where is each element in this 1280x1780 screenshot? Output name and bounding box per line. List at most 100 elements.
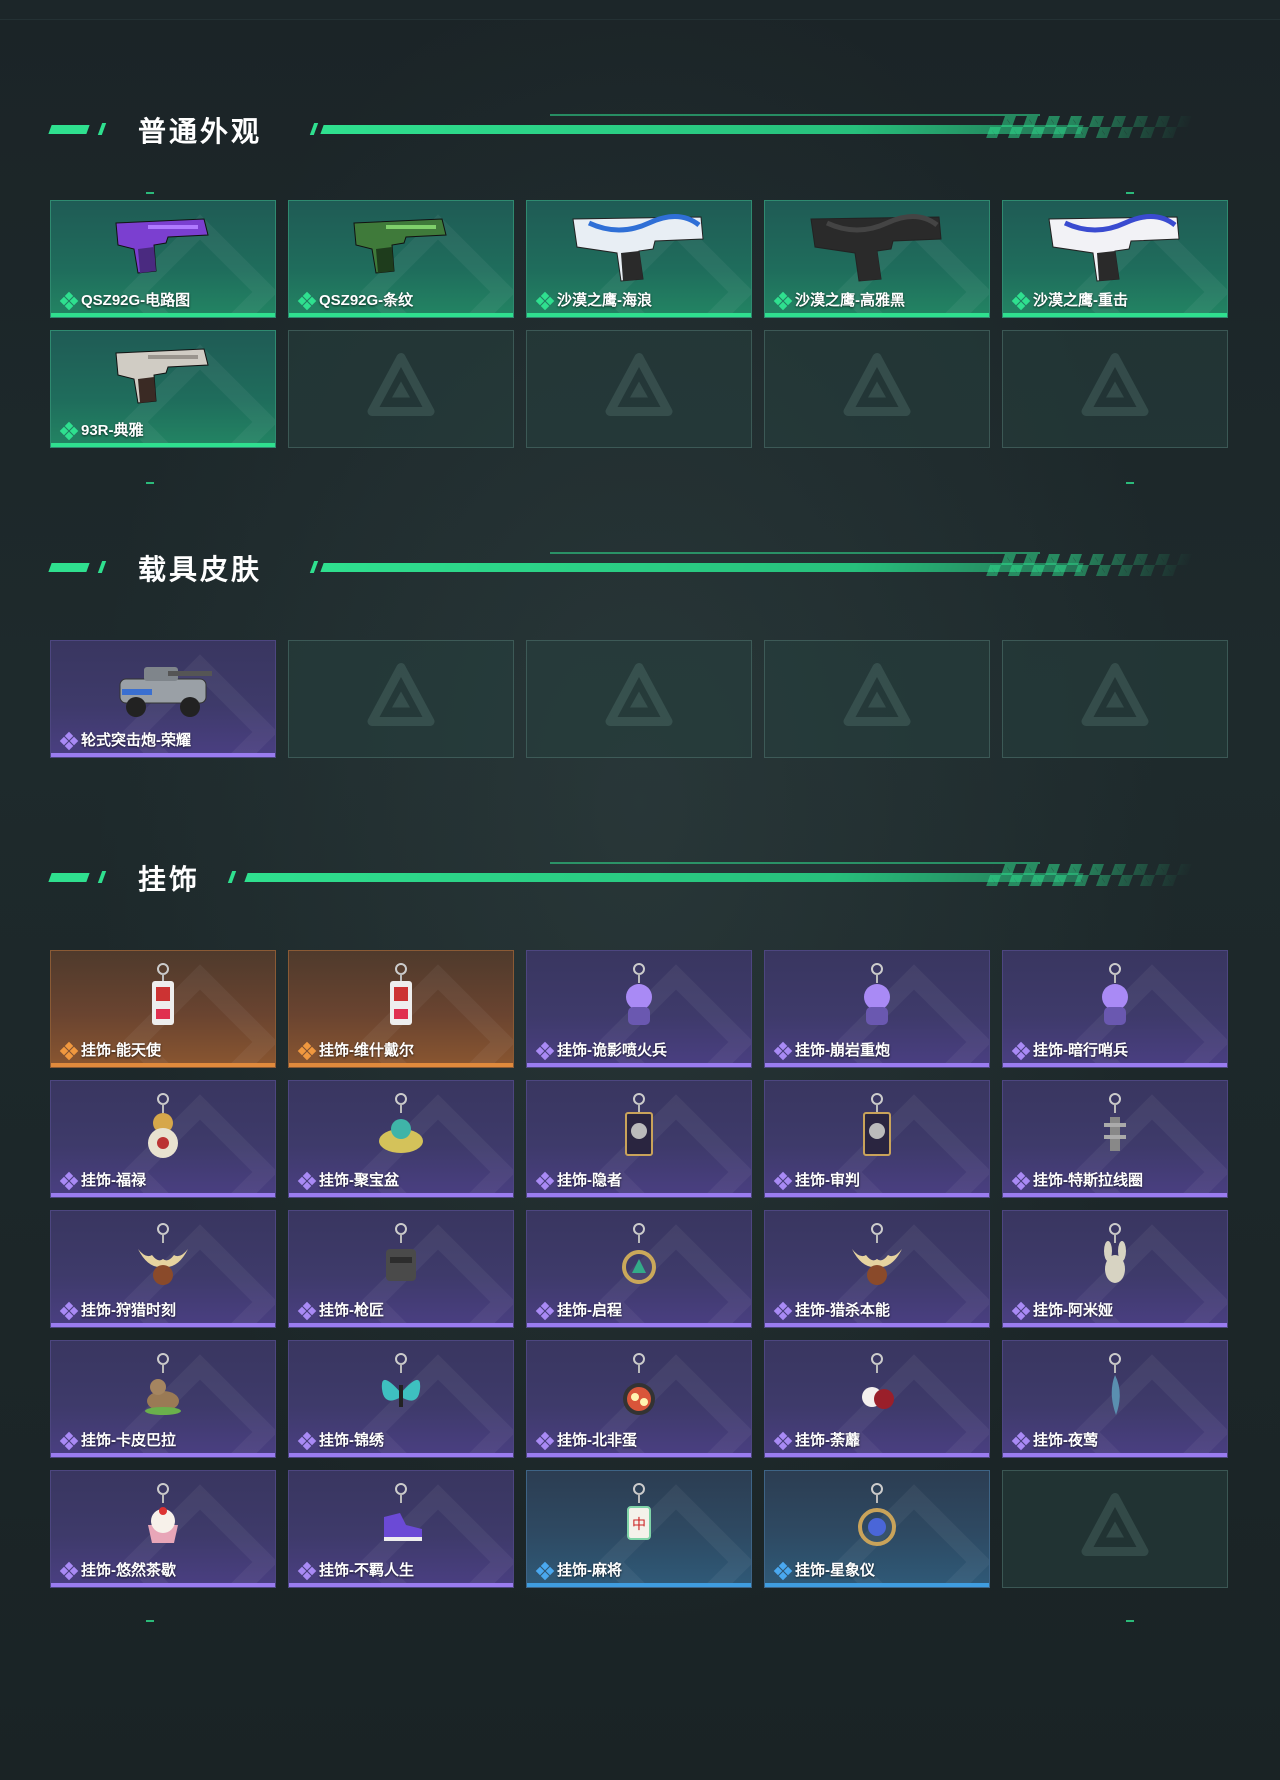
item-tile[interactable]: 沙漠之鹰-重击 xyxy=(1002,200,1228,318)
delta-logo-icon xyxy=(1080,352,1150,427)
rarity-bar xyxy=(765,1583,989,1587)
section-title: 普通外观 xyxy=(138,116,263,147)
rarity-diamond-icon xyxy=(297,291,317,311)
header-slash-icon xyxy=(97,871,107,883)
item-tile[interactable]: 挂饰-猎杀本能 xyxy=(764,1210,990,1328)
item-label: 挂饰-星象仪 xyxy=(795,1562,875,1579)
rarity-bar xyxy=(527,1063,751,1067)
rarity-diamond-icon xyxy=(773,1561,793,1581)
rarity-diamond-icon xyxy=(297,1041,317,1061)
item-tile[interactable]: 挂饰-特斯拉线圈 xyxy=(1002,1080,1228,1198)
item-tile[interactable]: 沙漠之鹰-海浪 xyxy=(526,200,752,318)
item-tile[interactable]: 挂饰-不羁人生 xyxy=(288,1470,514,1588)
header-slash-icon xyxy=(309,123,319,135)
rarity-bar xyxy=(289,313,513,317)
item-tile[interactable]: 挂饰-维什戴尔 xyxy=(288,950,514,1068)
item-label: 挂饰-荼蘼 xyxy=(795,1432,860,1449)
charm-flower-icon xyxy=(842,1349,912,1430)
item-tile[interactable]: 挂饰-星象仪 xyxy=(764,1470,990,1588)
item-tile[interactable]: 挂饰-阿米娅 xyxy=(1002,1210,1228,1328)
empty-slot xyxy=(288,330,514,448)
delta-logo-icon xyxy=(604,352,674,427)
item-label: 挂饰-审判 xyxy=(795,1172,860,1189)
corner-tick xyxy=(1126,482,1134,484)
item-tile[interactable]: 挂饰-聚宝盆 xyxy=(288,1080,514,1198)
item-tile[interactable]: 挂饰-狩猎时刻 xyxy=(50,1210,276,1328)
item-label: 沙漠之鹰-海浪 xyxy=(557,292,652,309)
charm-figure-icon xyxy=(1080,959,1150,1040)
rarity-bar xyxy=(1003,1323,1227,1327)
item-tile[interactable]: 挂饰-北非蛋 xyxy=(526,1340,752,1458)
item-label: 挂饰-锦绣 xyxy=(319,1432,384,1449)
item-label: 挂饰-枪匠 xyxy=(319,1302,384,1319)
item-tile[interactable]: 挂饰-卡皮巴拉 xyxy=(50,1340,276,1458)
item-tile[interactable]: 中 挂饰-麻将 xyxy=(526,1470,752,1588)
rarity-diamond-icon xyxy=(1011,1171,1031,1191)
charm-treasure-icon xyxy=(366,1089,436,1170)
section-title: 载具皮肤 xyxy=(138,554,263,585)
rarity-diamond-icon xyxy=(59,1431,79,1451)
item-tile[interactable]: 挂饰-暗行哨兵 xyxy=(1002,950,1228,1068)
header-checker-pattern xyxy=(985,554,1195,576)
charm-cupcake-icon xyxy=(128,1479,198,1560)
item-label: 挂饰-夜莺 xyxy=(1033,1432,1098,1449)
section-header-vehicle-skins: 载具皮肤 xyxy=(48,548,1230,588)
charm-capybara-icon xyxy=(128,1349,198,1430)
empty-slot xyxy=(1002,640,1228,758)
rarity-bar xyxy=(289,1193,513,1197)
rarity-bar xyxy=(527,1193,751,1197)
item-tile[interactable]: 挂饰-隐者 xyxy=(526,1080,752,1198)
item-tile[interactable]: 挂饰-荼蘼 xyxy=(764,1340,990,1458)
item-tile[interactable]: QSZ92G-条纹 xyxy=(288,200,514,318)
item-tile[interactable]: 挂饰-能天使 xyxy=(50,950,276,1068)
item-label: 沙漠之鹰-重击 xyxy=(1033,292,1128,309)
item-tile[interactable]: 挂饰-审判 xyxy=(764,1080,990,1198)
desert-eagle-black-icon xyxy=(807,209,947,290)
header-dash-icon xyxy=(48,125,90,134)
item-tile[interactable]: 挂饰-福禄 xyxy=(50,1080,276,1198)
rarity-bar xyxy=(1003,1193,1227,1197)
corner-tick xyxy=(146,482,154,484)
rarity-diamond-icon xyxy=(535,1171,555,1191)
delta-logo-icon xyxy=(842,662,912,737)
empty-slot xyxy=(526,640,752,758)
item-tile[interactable]: 挂饰-枪匠 xyxy=(288,1210,514,1328)
header-thin-line xyxy=(550,862,1040,864)
item-tile[interactable]: 挂饰-崩岩重炮 xyxy=(764,950,990,1068)
item-tile[interactable]: 挂饰-诡影喷火兵 xyxy=(526,950,752,1068)
item-tile[interactable]: 挂饰-锦绣 xyxy=(288,1340,514,1458)
delta-logo-icon xyxy=(604,662,674,737)
rarity-bar xyxy=(765,1193,989,1197)
rarity-diamond-icon xyxy=(773,1041,793,1061)
item-label: 挂饰-特斯拉线圈 xyxy=(1033,1172,1143,1189)
item-label: 挂饰-启程 xyxy=(557,1302,622,1319)
rarity-bar xyxy=(289,1323,513,1327)
item-label: 挂饰-麻将 xyxy=(557,1562,622,1579)
item-tile[interactable]: 沙漠之鹰-高雅黑 xyxy=(764,200,990,318)
item-tile[interactable]: 93R-典雅 xyxy=(50,330,276,448)
header-line xyxy=(320,563,1084,572)
corner-tick xyxy=(1126,1620,1134,1622)
rarity-diamond-icon xyxy=(773,1431,793,1451)
rarity-bar xyxy=(1003,1453,1227,1457)
rarity-diamond-icon xyxy=(535,1041,555,1061)
item-tile[interactable]: 挂饰-悠然茶歇 xyxy=(50,1470,276,1588)
item-label: 挂饰-狩猎时刻 xyxy=(81,1302,176,1319)
rarity-bar xyxy=(765,1453,989,1457)
empty-slot xyxy=(764,640,990,758)
rarity-diamond-icon xyxy=(773,1171,793,1191)
item-tile[interactable]: QSZ92G-电路图 xyxy=(50,200,276,318)
rarity-diamond-icon xyxy=(297,1431,317,1451)
item-label: 挂饰-福禄 xyxy=(81,1172,146,1189)
item-tile[interactable]: 挂饰-启程 xyxy=(526,1210,752,1328)
header-thin-line xyxy=(550,552,1040,554)
desert-eagle-wave-icon xyxy=(569,209,709,290)
rarity-diamond-icon xyxy=(59,421,79,441)
item-label: 挂饰-隐者 xyxy=(557,1172,622,1189)
item-tile[interactable]: 挂饰-夜莺 xyxy=(1002,1340,1228,1458)
pistol-green-icon xyxy=(346,209,456,286)
item-label: QSZ92G-电路图 xyxy=(81,292,191,309)
item-label: 挂饰-悠然茶歇 xyxy=(81,1562,176,1579)
charm-pan-icon xyxy=(604,1349,674,1430)
item-tile[interactable]: 轮式突击炮-荣耀 xyxy=(50,640,276,758)
